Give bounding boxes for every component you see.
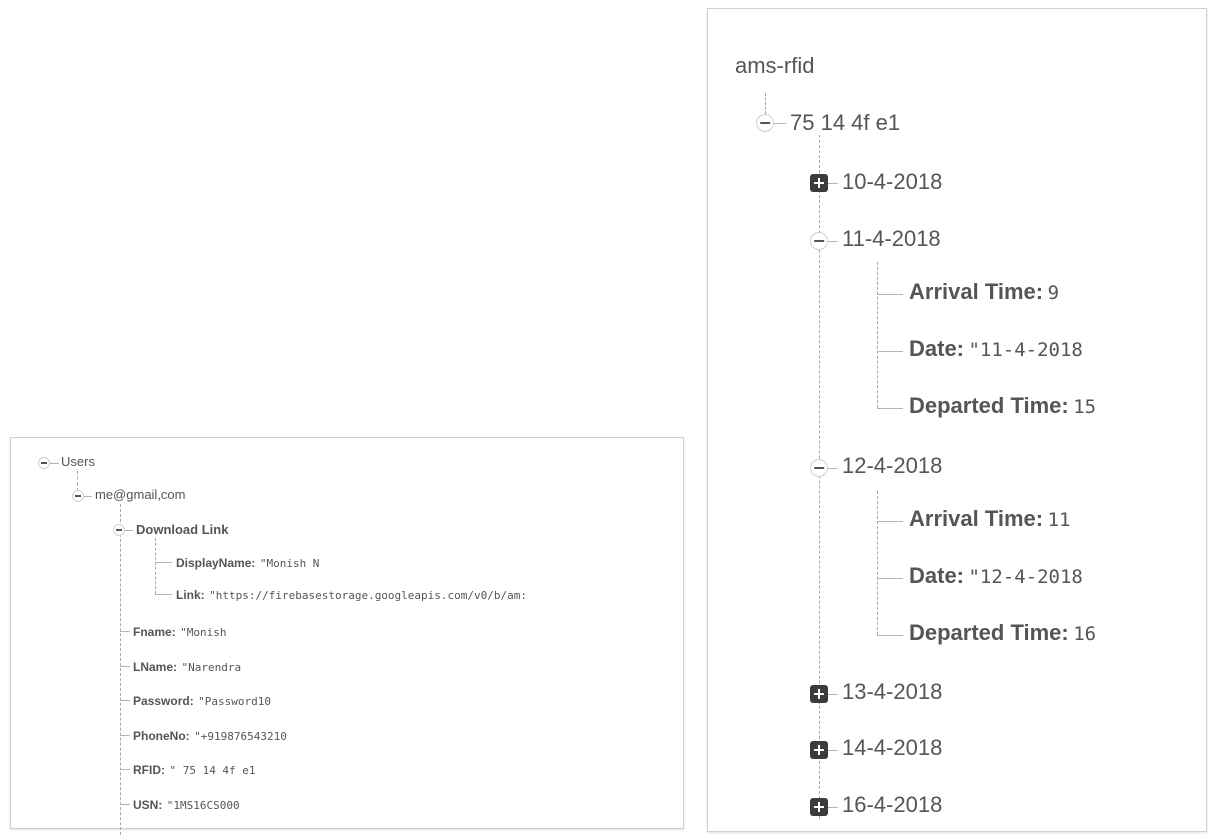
link-key: Link: bbox=[176, 588, 205, 602]
arrival-time-value: 11 bbox=[1047, 509, 1071, 531]
rfid-key: RFID: bbox=[133, 763, 165, 777]
arrival-time-row-11: Arrival Time: 9 bbox=[909, 279, 1059, 305]
ams-rfid-tree-panel: ams-rfid 75 14 4f e1 10-4-2018 11-4-2018… bbox=[707, 8, 1207, 832]
expand-date-10-4-2018-toggle[interactable] bbox=[810, 174, 828, 192]
expand-date-16-4-2018-toggle[interactable] bbox=[810, 798, 828, 816]
date-node-11-4-2018[interactable]: 11-4-2018 bbox=[842, 226, 941, 252]
date-node-13-4-2018[interactable]: 13-4-2018 bbox=[842, 679, 942, 705]
download-link-node-label[interactable]: Download Link bbox=[136, 522, 228, 537]
link-row: Link: "https://firebasestorage.googleapi… bbox=[176, 586, 527, 604]
date-row-12: Date: "12-4-2018 bbox=[909, 563, 1083, 589]
date-row-11: Date: "11-4-2018 bbox=[909, 336, 1083, 362]
date-node-10-4-2018[interactable]: 10-4-2018 bbox=[842, 169, 942, 195]
arrival-time-value: 9 bbox=[1047, 282, 1060, 304]
password-value: "Password10 bbox=[198, 695, 271, 708]
date-key: Date: bbox=[909, 563, 965, 588]
phone-key: PhoneNo: bbox=[133, 729, 190, 743]
display-name-key: DisplayName: bbox=[176, 556, 256, 570]
date-key: Date: bbox=[909, 336, 965, 361]
rfid-node-label[interactable]: 75 14 4f e1 bbox=[790, 110, 900, 136]
arrival-time-key: Arrival Time: bbox=[909, 506, 1044, 531]
date-value: "11-4-2018 bbox=[968, 339, 1083, 361]
lname-key: LName: bbox=[133, 660, 178, 674]
date-node-16-4-2018[interactable]: 16-4-2018 bbox=[842, 792, 942, 818]
link-value: "https://firebasestorage.googleapis.com/… bbox=[209, 589, 528, 602]
expand-date-14-4-2018-toggle[interactable] bbox=[810, 741, 828, 759]
collapse-date-12-4-2018-toggle[interactable] bbox=[810, 459, 828, 477]
collapse-email-toggle[interactable] bbox=[72, 490, 84, 502]
display-name-row: DisplayName: "Monish N bbox=[176, 554, 319, 572]
departed-time-value: 15 bbox=[1073, 396, 1097, 418]
password-key: Password: bbox=[133, 694, 194, 708]
lname-row: LName: "Narendra bbox=[133, 658, 241, 676]
users-tree-panel: Users me@gmail,com Download Link Display… bbox=[10, 437, 684, 835]
collapse-users-toggle[interactable] bbox=[38, 457, 50, 469]
departed-time-row-11: Departed Time: 15 bbox=[909, 393, 1096, 419]
users-node-label[interactable]: Users bbox=[61, 454, 95, 469]
fname-row: Fname: "Monish bbox=[133, 623, 227, 641]
password-row: Password: "Password10 bbox=[133, 692, 271, 710]
departed-time-key: Departed Time: bbox=[909, 393, 1069, 418]
date-node-12-4-2018[interactable]: 12-4-2018 bbox=[842, 453, 942, 479]
display-name-value: "Monish N bbox=[259, 557, 320, 570]
usn-row: USN: "1MS16CS000 bbox=[133, 796, 240, 814]
expand-date-13-4-2018-toggle[interactable] bbox=[810, 685, 828, 703]
ams-rfid-title[interactable]: ams-rfid bbox=[735, 53, 814, 79]
collapse-download-link-toggle[interactable] bbox=[113, 524, 125, 536]
arrival-time-key: Arrival Time: bbox=[909, 279, 1044, 304]
rfid-row: RFID: " 75 14 4f e1 bbox=[133, 761, 256, 779]
departed-time-key: Departed Time: bbox=[909, 620, 1069, 645]
collapse-date-11-4-2018-toggle[interactable] bbox=[810, 232, 828, 250]
collapse-rfid-node-toggle[interactable] bbox=[756, 114, 774, 132]
rfid-value: " 75 14 4f e1 bbox=[169, 764, 256, 777]
phone-row: PhoneNo: "+919876543210 bbox=[133, 727, 287, 745]
arrival-time-row-12: Arrival Time: 11 bbox=[909, 506, 1070, 532]
departed-time-row-12: Departed Time: 16 bbox=[909, 620, 1096, 646]
email-node-label[interactable]: me@gmail,com bbox=[95, 487, 186, 502]
date-value: "12-4-2018 bbox=[968, 566, 1083, 588]
usn-key: USN: bbox=[133, 798, 163, 812]
fname-value: "Monish bbox=[180, 626, 227, 639]
departed-time-value: 16 bbox=[1073, 623, 1097, 645]
lname-value: "Narendra bbox=[181, 661, 242, 674]
usn-value: "1MS16CS000 bbox=[166, 799, 240, 812]
fname-key: Fname: bbox=[133, 625, 176, 639]
phone-value: "+919876543210 bbox=[194, 730, 287, 743]
date-node-14-4-2018[interactable]: 14-4-2018 bbox=[842, 735, 942, 761]
